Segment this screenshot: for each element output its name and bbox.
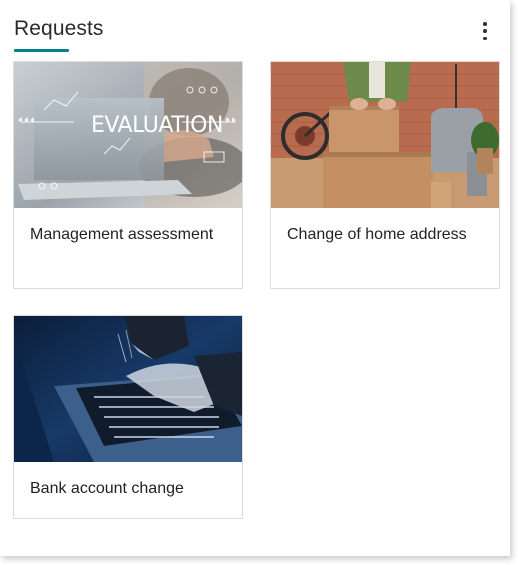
card-label: Change of home address — [287, 226, 467, 243]
page-title: Requests — [14, 17, 104, 40]
card-label: Bank account change — [30, 480, 184, 497]
kebab-vertical-icon[interactable] — [478, 22, 492, 40]
request-card-management-assessment[interactable]: EVALUATION Management assessment — [13, 61, 243, 289]
request-card-change-of-home-address[interactable]: Change of home address — [270, 61, 500, 289]
evaluation-image: EVALUATION — [14, 62, 242, 208]
request-card-bank-account-change[interactable]: Bank account change — [13, 315, 243, 519]
evaluation-image-text: EVALUATION — [91, 113, 223, 138]
requests-panel: Requests EVALUATION Management assessmen… — [0, 0, 510, 556]
laptop-typing-image — [14, 316, 242, 462]
title-underline — [14, 49, 69, 52]
moving-boxes-image — [271, 62, 499, 208]
card-label: Management assessment — [30, 226, 214, 243]
